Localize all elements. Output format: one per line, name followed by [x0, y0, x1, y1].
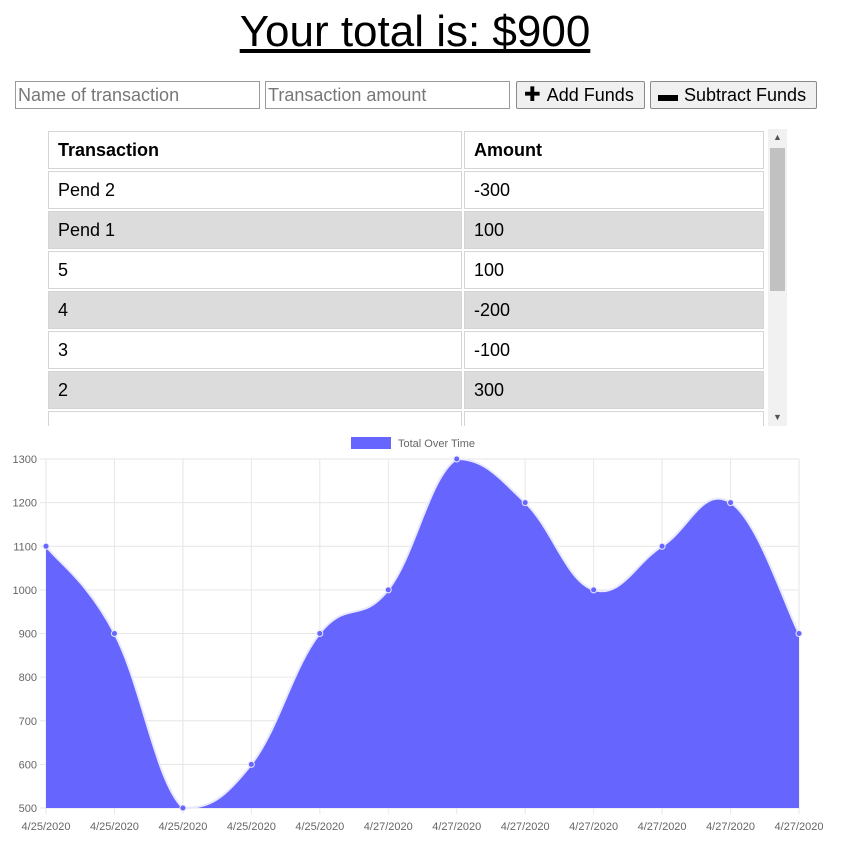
data-point	[179, 804, 187, 812]
table-row: Pend 1 100	[48, 211, 764, 249]
y-tick-label: 1000	[13, 585, 37, 597]
y-tick-label: 700	[19, 716, 37, 728]
data-point	[42, 542, 50, 550]
x-tick-label: 4/27/2020	[501, 821, 550, 833]
y-tick-label: 1100	[13, 541, 37, 553]
x-tick-label: 4/27/2020	[569, 821, 618, 833]
transaction-name-cell: 3	[48, 331, 462, 369]
x-tick-label: 4/27/2020	[432, 821, 481, 833]
legend-label: Total Over Time	[398, 438, 475, 450]
transactions-table-container: Transaction Amount Pend 2 -300 Pend 1 10…	[46, 129, 787, 426]
add-funds-label: Add Funds	[546, 84, 634, 105]
table-header-row: Transaction Amount	[48, 131, 764, 169]
x-tick-label: 4/27/2020	[706, 821, 755, 833]
y-tick-label: 900	[19, 629, 37, 641]
total-heading: Your total is: $900	[239, 7, 591, 56]
minus-icon: ▬	[658, 84, 678, 106]
table-row: 3 -100	[48, 331, 764, 369]
table-row: 2 300	[48, 371, 764, 409]
transaction-amount-cell: -200	[464, 291, 764, 329]
total-over-time-chart: 500 600 700 800 900 1000 1100 1200 1300 4/25/2020…	[13, 437, 824, 833]
data-point	[521, 499, 529, 507]
data-point	[590, 586, 598, 594]
transaction-name-cell: 2	[48, 371, 462, 409]
transaction-name-cell	[48, 411, 462, 426]
transaction-amount-cell: 300	[464, 371, 764, 409]
legend-swatch	[351, 437, 391, 449]
data-point	[110, 630, 118, 637]
transactions-table: Transaction Amount Pend 2 -300 Pend 1 10…	[46, 129, 766, 426]
table-row: 5 100	[48, 251, 764, 289]
x-tick-label: 4/25/2020	[22, 821, 71, 833]
transaction-amount-cell	[464, 411, 764, 426]
x-tick-label: 4/25/2020	[227, 821, 276, 833]
scroll-up-arrow-icon[interactable]: ▲	[768, 129, 787, 146]
subtract-funds-label: Subtract Funds	[684, 84, 807, 105]
x-tick-label: 4/25/2020	[295, 821, 344, 833]
data-point	[316, 630, 324, 637]
data-point	[658, 542, 666, 550]
y-tick-label: 500	[19, 803, 37, 815]
scroll-down-arrow-icon[interactable]: ▼	[768, 409, 787, 426]
x-tick-label: 4/25/2020	[90, 821, 139, 833]
transaction-amount-cell: 100	[464, 211, 764, 249]
column-header-amount: Amount	[464, 131, 764, 169]
x-tick-label: 4/27/2020	[364, 821, 413, 833]
scrollbar-thumb[interactable]	[770, 148, 785, 291]
table-row: 4 -200	[48, 291, 764, 329]
plus-icon: ✚	[524, 84, 541, 106]
x-tick-label: 4/25/2020	[158, 821, 207, 833]
data-point	[384, 586, 392, 594]
y-tick-label: 1200	[13, 498, 37, 510]
add-funds-button[interactable]: ✚ Add Funds	[516, 81, 645, 109]
transaction-amount-cell: -300	[464, 171, 764, 209]
transaction-name-cell: 4	[48, 291, 462, 329]
x-tick-label: 4/27/2020	[638, 821, 687, 833]
transaction-amount-cell: 100	[464, 251, 764, 289]
subtract-funds-button[interactable]: ▬ Subtract Funds	[650, 81, 817, 109]
table-row: Pend 2 -300	[48, 171, 764, 209]
y-tick-label: 600	[19, 759, 37, 771]
data-point	[247, 760, 255, 768]
y-tick-label: 1300	[13, 454, 37, 466]
transaction-name-input[interactable]	[15, 81, 260, 109]
y-tick-label: 800	[19, 672, 37, 684]
transaction-name-cell: Pend 2	[48, 171, 462, 209]
transaction-name-cell: Pend 1	[48, 211, 462, 249]
table-row	[48, 411, 764, 426]
x-tick-label: 4/27/2020	[775, 821, 824, 833]
transaction-amount-cell: -100	[464, 331, 764, 369]
data-point	[727, 499, 735, 507]
data-point	[795, 630, 803, 637]
data-point	[453, 455, 461, 463]
column-header-transaction: Transaction	[48, 131, 462, 169]
transaction-amount-input[interactable]	[265, 81, 510, 109]
table-scrollbar[interactable]: ▲ ▼	[768, 129, 787, 426]
transaction-name-cell: 5	[48, 251, 462, 289]
